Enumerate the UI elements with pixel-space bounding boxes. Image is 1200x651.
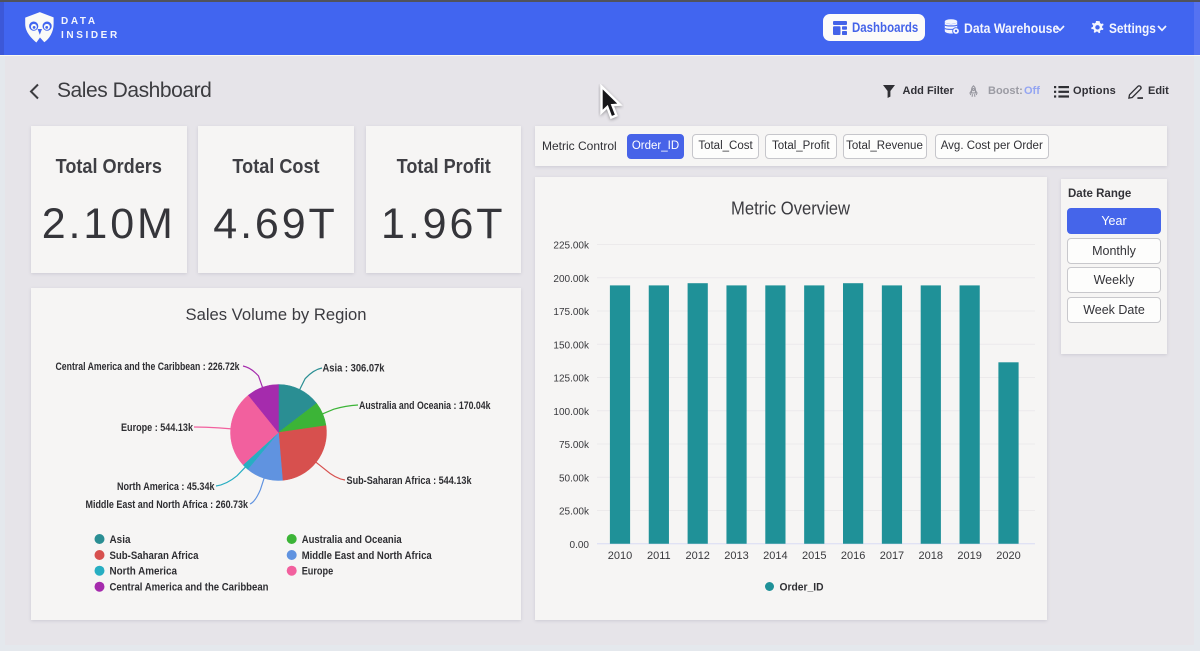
svg-text:150.00k: 150.00k	[553, 340, 590, 351]
svg-text:Order_ID: Order_ID	[780, 582, 824, 594]
svg-text:Metric Overview: Metric Overview	[731, 199, 851, 219]
svg-text:50.00k: 50.00k	[559, 473, 590, 484]
svg-text:Asia: Asia	[110, 534, 132, 546]
svg-text:2015: 2015	[802, 550, 826, 562]
svg-text:Sub-Saharan Africa: Sub-Saharan Africa	[110, 550, 200, 562]
svg-text:Asia : 306.07k: Asia : 306.07k	[323, 363, 386, 375]
svg-text:Europe: Europe	[302, 566, 334, 578]
svg-text:Central America and the Caribb: Central America and the Caribbean : 226.…	[56, 361, 241, 373]
svg-text:100.00k: 100.00k	[553, 407, 590, 418]
svg-text:225.00k: 225.00k	[553, 241, 590, 252]
svg-text:Sales Volume by Region: Sales Volume by Region	[186, 305, 367, 324]
svg-text:2020: 2020	[996, 550, 1020, 562]
svg-text:Central America and the Caribb: Central America and the Caribbean	[110, 582, 269, 594]
svg-text:2012: 2012	[685, 550, 709, 562]
svg-text:Middle East and North Africa :: Middle East and North Africa : 260.73k	[86, 499, 249, 511]
svg-text:2018: 2018	[919, 550, 943, 562]
svg-text:25.00k: 25.00k	[559, 507, 590, 518]
svg-text:2013: 2013	[724, 550, 748, 562]
svg-text:125.00k: 125.00k	[553, 374, 590, 385]
svg-text:2014: 2014	[763, 550, 787, 562]
svg-text:North America : 45.34k: North America : 45.34k	[117, 481, 215, 493]
svg-text:2016: 2016	[841, 550, 865, 562]
svg-text:North America: North America	[110, 566, 178, 578]
svg-text:Australia and Oceania: Australia and Oceania	[302, 534, 403, 546]
svg-text:200.00k: 200.00k	[553, 274, 590, 285]
svg-text:2019: 2019	[957, 550, 981, 562]
svg-text:175.00k: 175.00k	[553, 307, 590, 318]
svg-text:2011: 2011	[647, 550, 671, 562]
svg-text:Sub-Saharan Africa : 544.13k: Sub-Saharan Africa : 544.13k	[347, 475, 473, 487]
svg-text:0.00: 0.00	[570, 540, 590, 551]
svg-text:2017: 2017	[880, 550, 904, 562]
svg-text:75.00k: 75.00k	[559, 440, 590, 451]
svg-text:Middle East and North Africa: Middle East and North Africa	[302, 550, 433, 562]
svg-text:Europe : 544.13k: Europe : 544.13k	[121, 422, 194, 434]
svg-text:Australia and Oceania : 170.04: Australia and Oceania : 170.04k	[359, 400, 491, 412]
svg-text:2010: 2010	[608, 550, 632, 562]
